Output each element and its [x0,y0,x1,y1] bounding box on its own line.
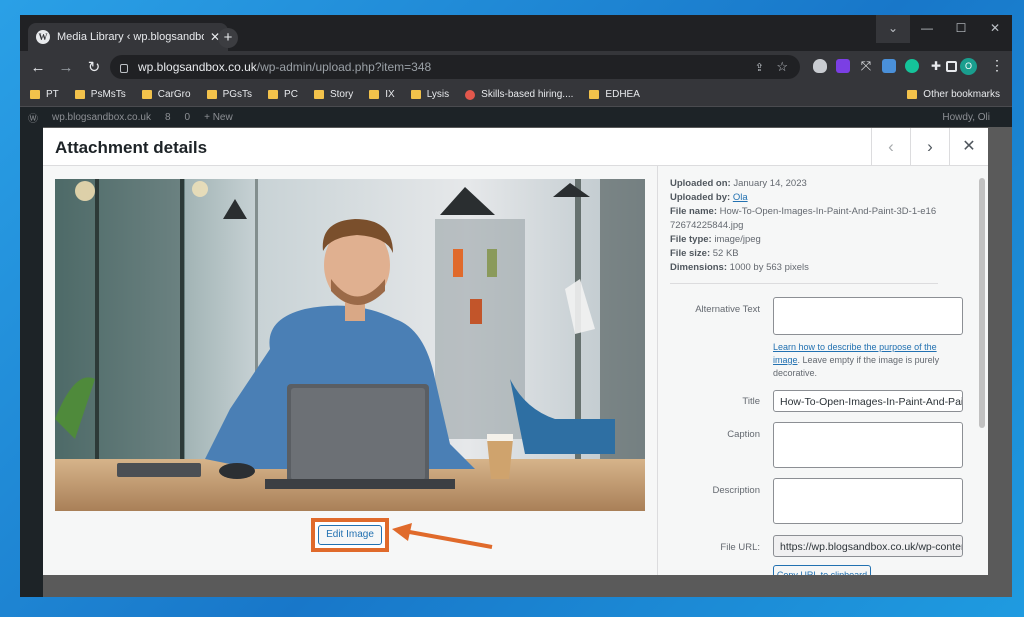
bookmark-folder[interactable]: Story [313,89,353,100]
howdy-user[interactable]: Howdy, Oli [942,112,990,123]
modal-body: Edit Image Uploaded on: January 14, 2023… [43,166,988,575]
file-url-label: File URL: [720,542,760,553]
bookmark-folder[interactable]: PC [268,89,298,100]
admin-site-link[interactable]: wp.blogsandbox.co.uk [52,112,151,123]
folder-icon [268,90,279,99]
tab-strip: W Media Library ‹ wp.blogsandbox.co.uk ✕… [20,15,1012,51]
back-icon[interactable]: ← [24,59,52,76]
copy-url-button[interactable]: Copy URL to clipboard [773,565,871,575]
bookmarks-bar: PT PsMsTs CarGro PGsTs PC Story IX Lysis… [20,83,1012,107]
blue-extension-icon[interactable] [882,59,896,73]
browser-toolbar: ← → ↻ wp.blogsandbox.co.uk /wp-admin/upl… [20,51,1012,83]
other-bookmarks[interactable]: Other bookmarks [907,89,1000,100]
bookmark-star-icon[interactable]: ☆ [776,59,788,75]
title-input[interactable]: How-To-Open-Images-In-Paint-And-Paint-3D… [773,390,963,412]
lock-icon [120,63,128,73]
bookmark-folder[interactable]: PGsTs [206,89,252,100]
description-textarea[interactable] [773,478,963,524]
folder-icon [206,90,217,99]
caption-textarea[interactable] [773,422,963,468]
scrollbar-thumb[interactable] [979,178,985,428]
bookmark-folder[interactable]: EDHEA [589,89,640,100]
bookmark-link[interactable]: Skills-based hiring.... [465,89,573,100]
attachment-details-modal: Attachment details ‹ › ✕ Edit Image Uplo… [43,128,988,575]
bookmark-folder[interactable]: IX [369,89,395,100]
wp-logo-icon[interactable]: Ⓦ [28,110,38,125]
tab-title: Media Library ‹ wp.blogsandbox.co.uk [57,31,204,43]
updates-count[interactable]: 8 [165,112,171,123]
side-panel-icon[interactable] [946,61,957,72]
attachment-image [55,179,645,511]
purple-extension-icon[interactable] [836,59,850,73]
uploaded-on-value: January 14, 2023 [733,178,807,189]
file-size-value: 52 KB [712,248,739,259]
profile-avatar[interactable]: O [960,58,977,75]
folder-icon [907,90,918,99]
folder-icon [30,90,40,99]
folder-icon [410,90,421,99]
maximize-button[interactable]: ☐ [944,15,978,43]
divider [670,283,938,284]
alt-text-label: Alternative Text [695,304,760,315]
file-info: Uploaded on: January 14, 2023 Uploaded b… [670,178,937,273]
menu-kebab-icon[interactable]: ⋮ [990,57,1004,74]
title-label: Title [742,396,760,407]
alt-text-help: Learn how to describe the purpose of the… [773,342,940,378]
forward-icon[interactable]: → [52,59,80,76]
window-close-button[interactable]: ✕ [978,15,1012,43]
folder-icon [313,90,324,99]
details-scrollbar[interactable] [978,170,986,573]
previous-media-button[interactable]: ‹ [871,128,910,166]
bookmark-folder[interactable]: CarGro [141,89,191,100]
edit-image-highlight: Edit Image [311,518,389,552]
new-content-link[interactable]: + New [204,112,233,123]
modal-header: Attachment details ‹ › ✕ [43,128,988,166]
folder-icon [589,90,600,99]
folder-icon [141,90,152,99]
shield-extension-icon[interactable] [813,59,827,73]
wp-admin-bar: Ⓦ wp.blogsandbox.co.uk 8 0 + New Howdy, … [20,107,1012,127]
dimensions-value: 1000 by 563 pixels [729,262,809,273]
attachment-preview: Edit Image [43,166,657,575]
url-path: /wp-admin/upload.php?item=348 [256,60,432,74]
bookmark-folder[interactable]: Lysis [410,89,449,100]
alt-text-input[interactable] [773,297,963,335]
folder-icon [74,90,85,99]
uploaded-by-link[interactable]: Ola [733,192,748,203]
grammarly-icon[interactable] [905,59,919,73]
extensions-puzzle-icon[interactable]: ✚ [929,59,943,73]
file-type-value: image/jpeg [714,234,761,245]
comments-count[interactable]: 0 [185,112,191,123]
file-url-input[interactable]: https://wp.blogsandbox.co.uk/wp-content/… [773,535,963,557]
browser-tab[interactable]: W Media Library ‹ wp.blogsandbox.co.uk ✕ [28,23,228,51]
new-tab-button[interactable]: + [218,28,238,48]
minimize-button[interactable]: — [910,15,944,43]
url-host: wp.blogsandbox.co.uk [138,60,257,74]
wordpress-icon: W [36,30,50,44]
attachment-details-panel: Uploaded on: January 14, 2023 Uploaded b… [657,166,988,575]
close-modal-button[interactable]: ✕ [949,128,988,166]
address-bar[interactable]: wp.blogsandbox.co.uk /wp-admin/upload.ph… [110,55,800,79]
caption-label: Caption [727,429,760,440]
bookmark-folder[interactable]: PsMsTs [74,89,126,100]
reload-icon[interactable]: ↻ [80,58,108,76]
edit-image-button[interactable]: Edit Image [318,525,382,545]
annotation-arrow [392,523,493,549]
share-icon[interactable]: ⇪ [755,61,764,74]
bookmark-folder[interactable]: PT [30,89,59,100]
next-media-button[interactable]: › [910,128,949,166]
google-plus-icon [465,89,476,100]
folder-icon [369,90,380,99]
wp-admin-sidebar [20,127,43,597]
tab-search-icon[interactable]: ⌄ [876,15,910,43]
fullscreen-extension-icon[interactable]: ⤧ [859,59,873,73]
modal-title: Attachment details [55,138,208,157]
description-label: Description [712,485,760,496]
